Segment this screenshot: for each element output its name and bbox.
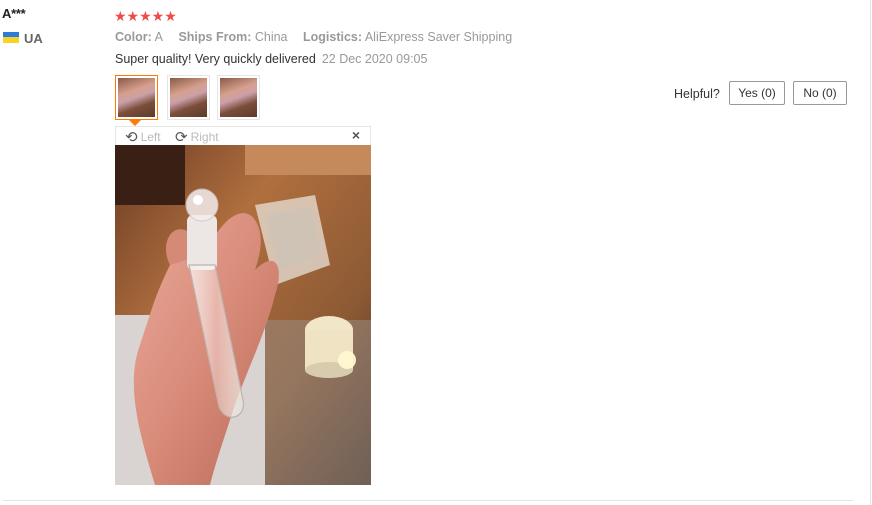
reviewer-name: A*** (2, 6, 26, 21)
rotate-left-icon: ⟲ (125, 129, 138, 146)
review-text: Super quality! Very quickly delivered (115, 52, 316, 66)
attr-color-value: A (154, 30, 163, 44)
reviewer-country: UA (24, 31, 43, 46)
review-body: Super quality! Very quickly delivered 22 … (115, 52, 427, 66)
attr-color-label: Color: (115, 30, 152, 44)
close-icon[interactable]: × (352, 127, 360, 143)
review-thumbnail[interactable] (115, 75, 158, 120)
ukraine-flag-icon (3, 32, 19, 43)
rotate-left-button[interactable]: ⟲ Left (125, 128, 161, 146)
attr-logistics-value: AliExpress Saver Shipping (364, 30, 513, 44)
review-thumbnail[interactable] (167, 75, 210, 120)
star-rating: ★★★★★ (114, 8, 177, 24)
rotate-right-label: Right (190, 130, 219, 144)
review-date: 22 Dec 2020 09:05 (321, 52, 428, 66)
attr-logistics-label: Logistics: (303, 30, 363, 44)
right-divider (870, 0, 871, 505)
rotate-left-label: Left (140, 130, 161, 144)
attr-ships-from-label: Ships From: (178, 30, 252, 44)
image-viewer-toolbar: ⟲ Left ⟳ Right × (115, 126, 371, 146)
review-photo (115, 145, 371, 485)
rotate-right-icon: ⟳ (175, 129, 188, 146)
helpful-label: Helpful? (674, 87, 720, 101)
helpful-no-button[interactable]: No (0) (793, 81, 847, 105)
rotate-right-button[interactable]: ⟳ Right (175, 128, 219, 146)
attr-ships-from-value: China (254, 30, 288, 44)
review-thumbnail[interactable] (217, 75, 260, 120)
order-attributes: Color: A Ships From: China Logistics: Al… (115, 30, 512, 44)
helpful-yes-button[interactable]: Yes (0) (729, 81, 785, 105)
review-divider (3, 500, 853, 501)
